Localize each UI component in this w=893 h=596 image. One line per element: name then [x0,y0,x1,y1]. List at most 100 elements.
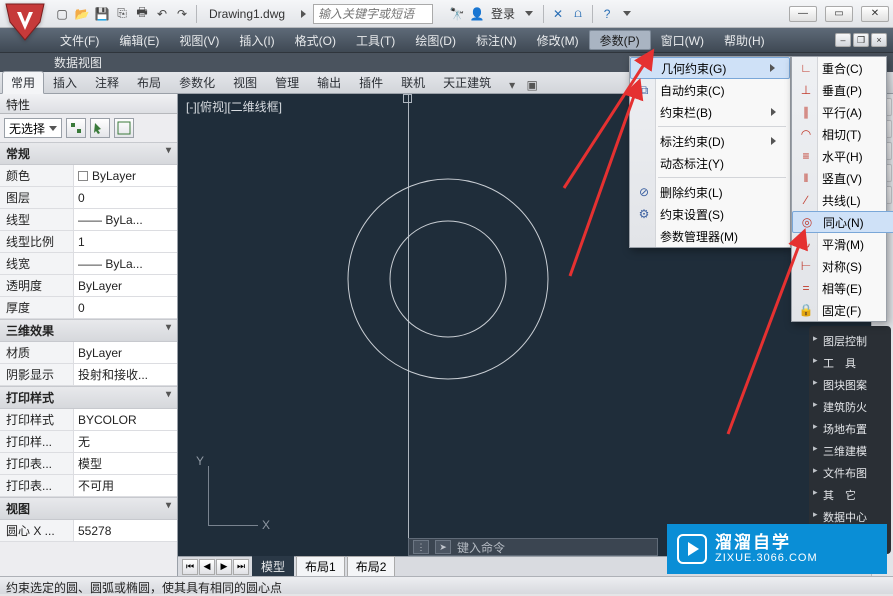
prop-row-color[interactable]: 颜色ByLayer [0,165,177,187]
tab-nav-last[interactable]: ⏭ [233,559,249,575]
search-input[interactable] [313,4,433,24]
submenu-horizontal[interactable]: ≡水平(H) [792,145,893,167]
ribbon-tab-annotate[interactable]: 注释 [86,71,128,93]
qat-save-icon[interactable]: 💾 [93,5,111,23]
dataview-label[interactable]: 数据视图 [50,54,106,71]
exchange-icon[interactable]: ✕ [549,5,567,23]
prop-row-lineweight[interactable]: 线宽—— ByLa... [0,253,177,275]
palette-item[interactable]: 场地布置 [811,418,889,440]
prop-row-shadow[interactable]: 阴影显示投射和接收... [0,364,177,386]
tab-layout2[interactable]: 布局2 [347,556,396,576]
binoculars-icon[interactable]: 🔭 [448,5,466,23]
qat-new-icon[interactable]: ▢ [53,5,71,23]
submenu-tangent[interactable]: ◠相切(T) [792,123,893,145]
menu-dim-constraint[interactable]: 标注约束(D) [630,130,790,152]
submenu-perpendicular[interactable]: ⊥垂直(P) [792,79,893,101]
help-icon[interactable]: ? [598,5,616,23]
prop-row-material[interactable]: 材质ByLayer [0,342,177,364]
menu-modify[interactable]: 修改(M) [527,28,589,52]
tab-model[interactable]: 模型 [252,556,294,576]
menu-constraint-bar[interactable]: 约束栏(B) [630,101,790,123]
prop-row-linetype[interactable]: 线型—— ByLa... [0,209,177,231]
ribbon-tab-home[interactable]: 常用 [2,71,44,94]
ribbon-tab-tarch[interactable]: 天正建筑 [434,71,500,93]
submenu-symmetric[interactable]: ⊢对称(S) [792,255,893,277]
command-line[interactable]: ⋮ ➤ 键入命令 [408,538,658,556]
menu-parameters[interactable]: 参数(P) [589,30,651,50]
cmd-handle-icon[interactable]: ⋮ [413,540,429,554]
user-icon[interactable]: 👤 [468,5,486,23]
palette-item[interactable]: 建筑防火 [811,396,889,418]
qat-redo-icon[interactable]: ↷ [173,5,191,23]
menu-insert[interactable]: 插入(I) [229,28,284,52]
ribbon-tab-online[interactable]: 联机 [392,71,434,93]
prop-row-plottable2[interactable]: 打印表...不可用 [0,475,177,497]
ribbon-tab-layout[interactable]: 布局 [128,71,170,93]
submenu-coincident[interactable]: ∟重合(C) [792,57,893,79]
qat-open-icon[interactable]: 📂 [73,5,91,23]
menu-help[interactable]: 帮助(H) [714,28,775,52]
prop-row-transparency[interactable]: 透明度ByLayer [0,275,177,297]
tab-layout1[interactable]: 布局1 [296,556,345,576]
palette-item[interactable]: 图块图案 [811,374,889,396]
qat-saveas-icon[interactable]: ⎘ [113,5,131,23]
mdi-close-button[interactable]: × [871,33,887,47]
menu-delete-constraint[interactable]: ⊘ 删除约束(L) [630,181,790,203]
menu-constraint-settings[interactable]: ⚙ 约束设置(S) [630,203,790,225]
tab-nav-first[interactable]: ⏮ [182,559,198,575]
menu-dynamic-dim[interactable]: 动态标注(Y) [630,152,790,174]
search-go-icon[interactable] [294,5,312,23]
submenu-concentric[interactable]: ◎同心(N) [792,211,893,233]
tarch-palette[interactable]: 图层控制 工 具 图块图案 建筑防火 场地布置 三维建模 文件布图 其 它 数据… [809,326,891,554]
group-view[interactable]: 视图 [0,497,177,520]
prop-row-thickness[interactable]: 厚度0 [0,297,177,319]
toggle-pickadd-button[interactable] [114,118,134,138]
group-plotstyle[interactable]: 打印样式 [0,386,177,409]
ribbon-tab-addins[interactable]: 插件 [350,71,392,93]
submenu-smooth[interactable]: ∿平滑(M) [792,233,893,255]
ribbon-tab-manage[interactable]: 管理 [266,71,308,93]
cloud-icon[interactable]: ⩍ [569,5,587,23]
ribbon-tab-view[interactable]: 视图 [224,71,266,93]
submenu-collinear[interactable]: ∕共线(L) [792,189,893,211]
menu-edit[interactable]: 编辑(E) [109,28,169,52]
group-3deffects[interactable]: 三维效果 [0,319,177,342]
minimize-button[interactable]: — [789,6,817,22]
selection-dropdown[interactable]: 无选择 [4,118,62,138]
prop-row-layer[interactable]: 图层0 [0,187,177,209]
menu-format[interactable]: 格式(O) [285,28,346,52]
mdi-restore-button[interactable]: ❐ [853,33,869,47]
group-general[interactable]: 常规 [0,142,177,165]
ribbon-extras-button[interactable]: ▾ [504,77,520,93]
menu-file[interactable]: 文件(F) [50,28,109,52]
submenu-vertical[interactable]: ‖竖直(V) [792,167,893,189]
quick-select-button[interactable] [66,118,86,138]
menu-auto-constrain[interactable]: ⧉ 自动约束(C) [630,79,790,101]
login-link[interactable]: 登录 [491,5,515,22]
submenu-parallel[interactable]: ∥平行(A) [792,101,893,123]
menu-geometric-constraint[interactable]: 几何约束(G) [630,57,790,79]
ribbon-collapse-button[interactable]: ▣ [524,77,540,93]
menu-window[interactable]: 窗口(W) [651,28,714,52]
palette-item[interactable]: 图层控制 [811,330,889,352]
qat-print-icon[interactable]: 🖶 [133,5,151,23]
palette-item[interactable]: 其 它 [811,484,889,506]
submenu-equal[interactable]: =相等(E) [792,277,893,299]
palette-item[interactable]: 三维建模 [811,440,889,462]
tab-nav-next[interactable]: ▶ [216,559,232,575]
close-button[interactable]: ✕ [861,6,889,22]
prop-row-plotstyle2[interactable]: 打印样...无 [0,431,177,453]
menu-tools[interactable]: 工具(T) [346,28,405,52]
menu-dimension[interactable]: 标注(N) [466,28,527,52]
tab-nav-prev[interactable]: ◀ [199,559,215,575]
ribbon-tab-parametric[interactable]: 参数化 [170,71,224,93]
search-box[interactable] [313,4,433,24]
prop-row-centerx[interactable]: 圆心 X ...55278 [0,520,177,542]
cmd-expand-icon[interactable]: ➤ [435,540,451,554]
mdi-minimize-button[interactable]: – [835,33,851,47]
menu-param-manager[interactable]: 参数管理器(M) [630,225,790,247]
submenu-fix[interactable]: 🔒固定(F) [792,299,893,321]
palette-item[interactable]: 文件布图 [811,462,889,484]
prop-row-plottable[interactable]: 打印表...模型 [0,453,177,475]
prop-row-plotstyle[interactable]: 打印样式BYCOLOR [0,409,177,431]
